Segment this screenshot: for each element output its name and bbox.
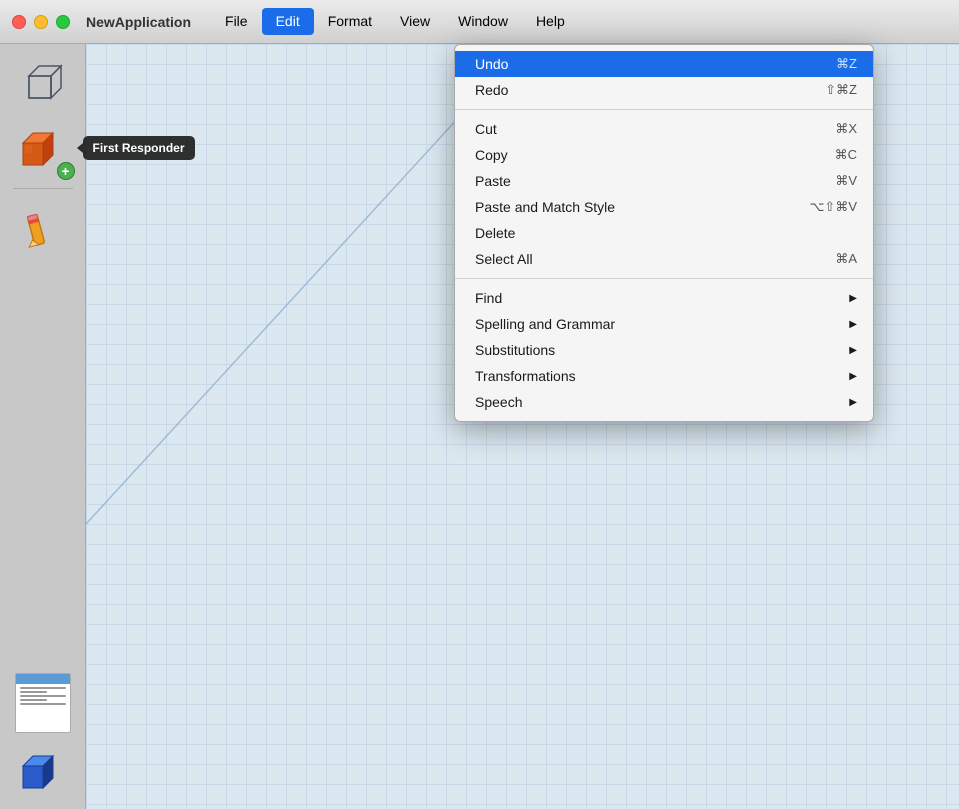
transformations-arrow: ▶ (849, 371, 857, 382)
doc-thumbnail[interactable] (15, 673, 71, 733)
window-controls (0, 15, 70, 29)
doc-thumb-line-short (20, 691, 48, 693)
menu-item-cut[interactable]: Cut ⌘X (455, 116, 873, 142)
redo-label: Redo (475, 82, 805, 98)
blue-cube-icon (18, 744, 68, 794)
menu-help[interactable]: Help (522, 8, 579, 36)
minimize-button[interactable] (34, 15, 48, 29)
menu-file[interactable]: File (211, 8, 262, 36)
separator-2 (455, 278, 873, 279)
menu-item-delete[interactable]: Delete (455, 220, 873, 246)
menu-edit[interactable]: Edit (262, 8, 314, 36)
cube-tool[interactable] (15, 56, 71, 112)
delete-label: Delete (475, 225, 837, 241)
find-label: Find (475, 290, 841, 306)
title-bar: NewApplication File Edit Format View Win… (0, 0, 959, 44)
speech-label: Speech (475, 394, 841, 410)
paste-shortcut: ⌘V (835, 173, 857, 189)
add-badge: + (57, 162, 75, 180)
cut-shortcut: ⌘X (835, 121, 857, 137)
select-all-label: Select All (475, 251, 815, 267)
separator-1 (455, 109, 873, 110)
undo-label: Undo (475, 56, 816, 72)
menu-item-spelling[interactable]: Spelling and Grammar ▶ (455, 311, 873, 337)
toolbar-divider-1 (13, 188, 73, 189)
menu-item-select-all[interactable]: Select All ⌘A (455, 246, 873, 272)
cube-wireframe-icon (21, 62, 65, 106)
toolbar-bottom (15, 673, 71, 809)
menu-item-transformations[interactable]: Transformations ▶ (455, 363, 873, 389)
doc-thumb-line (20, 687, 66, 689)
pencil-icon (21, 207, 65, 251)
app-title: NewApplication (86, 14, 191, 30)
paste-label: Paste (475, 173, 815, 189)
doc-thumb-line-3 (20, 703, 66, 705)
menu-section-clipboard: Cut ⌘X Copy ⌘C Paste ⌘V Paste and Match … (455, 114, 873, 274)
menu-item-paste-match[interactable]: Paste and Match Style ⌥⇧⌘V (455, 194, 873, 220)
spelling-arrow: ▶ (849, 319, 857, 330)
menu-format[interactable]: Format (314, 8, 386, 36)
redo-shortcut: ⇧⌘Z (825, 82, 857, 98)
menu-bar: File Edit Format View Window Help (211, 8, 959, 36)
menu-view[interactable]: View (386, 8, 444, 36)
menu-section-advanced: Find ▶ Spelling and Grammar ▶ Substituti… (455, 283, 873, 417)
menu-window[interactable]: Window (444, 8, 522, 36)
undo-shortcut: ⌘Z (836, 56, 857, 72)
menu-item-undo[interactable]: Undo ⌘Z (455, 51, 873, 77)
doc-thumb-header (16, 674, 70, 684)
menu-item-paste[interactable]: Paste ⌘V (455, 168, 873, 194)
doc-thumb-lines (16, 684, 70, 708)
substitutions-label: Substitutions (475, 342, 841, 358)
menu-item-find[interactable]: Find ▶ (455, 285, 873, 311)
first-responder-tool[interactable]: + First Responder (15, 120, 71, 176)
menu-section-undo: Undo ⌘Z Redo ⇧⌘Z (455, 49, 873, 105)
menu-item-redo[interactable]: Redo ⇧⌘Z (455, 77, 873, 103)
select-all-shortcut: ⌘A (835, 251, 857, 267)
spelling-label: Spelling and Grammar (475, 316, 841, 332)
substitutions-arrow: ▶ (849, 345, 857, 356)
copy-shortcut: ⌘C (835, 147, 857, 163)
paste-match-label: Paste and Match Style (475, 199, 789, 215)
speech-arrow: ▶ (849, 397, 857, 408)
menu-item-speech[interactable]: Speech ▶ (455, 389, 873, 415)
toolbar: + First Responder (0, 44, 86, 809)
paste-match-shortcut: ⌥⇧⌘V (809, 199, 857, 215)
doc-thumb-line-short-2 (20, 699, 48, 701)
doc-thumb-line-2 (20, 695, 66, 697)
copy-label: Copy (475, 147, 815, 163)
blue-cube-tool[interactable] (15, 741, 71, 797)
transformations-label: Transformations (475, 368, 841, 384)
find-arrow: ▶ (849, 293, 857, 304)
maximize-button[interactable] (56, 15, 70, 29)
menu-item-substitutions[interactable]: Substitutions ▶ (455, 337, 873, 363)
pencil-tool[interactable] (15, 201, 71, 257)
close-button[interactable] (12, 15, 26, 29)
edit-dropdown-menu: Undo ⌘Z Redo ⇧⌘Z Cut ⌘X Copy ⌘C Paste ⌘V… (454, 44, 874, 422)
cut-label: Cut (475, 121, 815, 137)
menu-item-copy[interactable]: Copy ⌘C (455, 142, 873, 168)
